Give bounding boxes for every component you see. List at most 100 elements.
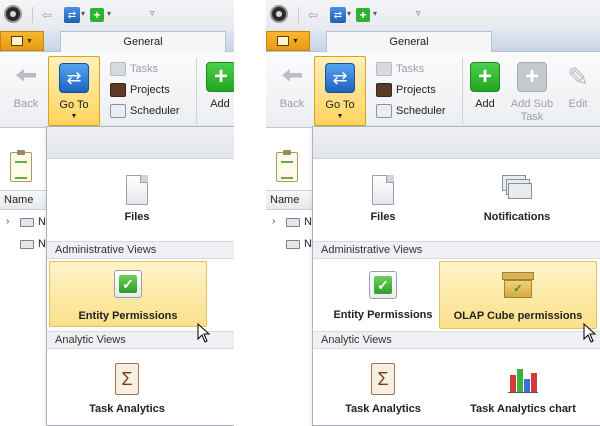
row-icon xyxy=(20,218,34,227)
gallery-item-task-analytics[interactable]: Σ Task Analytics xyxy=(313,359,453,419)
gallery-item-notifications[interactable]: Notifications xyxy=(447,171,587,231)
pencil-icon: ✎ xyxy=(567,62,589,92)
goto-label: Go To xyxy=(59,99,89,111)
calendar-icon xyxy=(376,103,392,118)
clipboard-icon[interactable] xyxy=(276,150,298,182)
row-name: N xyxy=(38,238,46,250)
edit-label: Edit xyxy=(568,98,588,110)
left-screenshot-panel: ⇦ ⇄ ▾ + ▾ ▿ ▼ General 🠨 Back ⇄ Go To ▼ T… xyxy=(0,0,234,426)
back-arrow-icon[interactable]: ⇦ xyxy=(40,6,54,24)
gallery-item-files[interactable]: Files xyxy=(313,171,453,231)
olap-cube-permissions-label: OLAP Cube permissions xyxy=(453,310,583,322)
back-label: Back xyxy=(279,98,305,110)
back-arrow-icon: 🠨 xyxy=(280,60,304,91)
file-icon xyxy=(372,175,394,205)
add-button[interactable]: + Add xyxy=(202,54,234,126)
files-label: Files xyxy=(124,211,150,223)
navigation-small-buttons: Tasks Projects Scheduler xyxy=(110,58,192,121)
add-icon: + xyxy=(470,62,500,92)
chevron-down-icon: ▼ xyxy=(70,113,78,120)
gallery-item-olap-cube-permissions[interactable]: ✓ OLAP Cube permissions xyxy=(439,261,597,329)
files-label: Files xyxy=(370,211,396,223)
section-administrative-views: Administrative Views xyxy=(313,241,600,259)
tab-general[interactable]: General xyxy=(326,31,492,53)
customize-toolbar-icon[interactable]: ▿ xyxy=(150,8,155,19)
goto-icon[interactable]: ⇄ xyxy=(64,7,80,23)
chevron-down-icon[interactable]: ▾ xyxy=(107,9,111,18)
notifications-label: Notifications xyxy=(483,211,551,223)
add-icon: + xyxy=(206,62,234,92)
scheduler-button[interactable]: Scheduler xyxy=(110,100,192,121)
add-label: Add xyxy=(475,98,495,110)
app-menu-icon xyxy=(277,36,290,46)
gallery-item-files[interactable]: Files xyxy=(67,171,207,231)
projects-button[interactable]: Projects xyxy=(376,79,458,100)
add-sub-task-icon: + xyxy=(517,62,547,92)
name-column-header[interactable]: Name xyxy=(270,194,299,206)
add-icon[interactable]: + xyxy=(90,8,104,22)
back-button[interactable]: 🠨 Back xyxy=(6,54,46,126)
gallery-item-task-analytics-chart[interactable]: Task Analytics chart xyxy=(453,363,593,423)
app-menu-icon xyxy=(11,36,24,46)
row-name: N xyxy=(38,216,46,228)
tasks-icon xyxy=(110,61,126,76)
row-icon xyxy=(286,240,300,249)
goto-label: Go To xyxy=(325,99,355,111)
gallery-top-band xyxy=(313,127,600,159)
scheduler-button[interactable]: Scheduler xyxy=(376,100,458,121)
chevron-down-icon: ▼ xyxy=(26,37,33,45)
row-name: N xyxy=(304,216,312,228)
sigma-icon: Σ xyxy=(371,363,395,395)
quick-access-toolbar: ⇦ ⇄ ▾ + ▾ ▿ xyxy=(0,0,234,30)
chevron-down-icon[interactable]: ▾ xyxy=(81,9,85,18)
add-sub-task-button[interactable]: + Add Sub Task xyxy=(506,54,558,126)
goto-dropdown-gallery: Files Notifications Administrative Views… xyxy=(312,126,600,426)
cube-box-icon: ✓ xyxy=(502,272,534,298)
section-administrative-views: Administrative Views xyxy=(47,241,234,259)
back-label: Back xyxy=(13,98,39,110)
goto-button[interactable]: ⇄ Go To ▼ xyxy=(48,56,100,126)
toolbar-separator xyxy=(298,7,299,23)
gallery-item-entity-permissions[interactable]: ✓ Entity Permissions xyxy=(49,261,207,327)
ribbon-separator xyxy=(462,58,463,124)
back-arrow-icon[interactable]: ⇦ xyxy=(306,6,320,24)
row-icon xyxy=(286,218,300,227)
application-menu-button[interactable]: ▼ xyxy=(266,31,310,51)
gallery-top-band xyxy=(47,127,234,159)
ribbon: 🠨 Back ⇄ Go To ▼ Tasks Projects Schedule… xyxy=(0,52,234,128)
calendar-icon xyxy=(110,103,126,118)
chevron-down-icon: ▼ xyxy=(292,37,299,45)
back-button[interactable]: 🠨 Back xyxy=(272,54,312,126)
task-analytics-label: Task Analytics xyxy=(345,403,421,415)
section-analytic-views: Analytic Views xyxy=(313,331,600,349)
goto-dropdown-gallery: Files Administrative Views ✓ Entity Perm… xyxy=(46,126,234,426)
add-icon[interactable]: + xyxy=(356,8,370,22)
row-icon xyxy=(20,240,34,249)
briefcase-icon xyxy=(376,82,392,97)
app-logo-icon xyxy=(4,5,22,23)
gallery-item-task-analytics[interactable]: Σ Task Analytics xyxy=(57,359,197,419)
edit-button[interactable]: ✎ Edit xyxy=(560,54,596,126)
goto-button[interactable]: ⇄ Go To ▼ xyxy=(314,56,366,126)
projects-button[interactable]: Projects xyxy=(110,79,192,100)
expand-icon[interactable]: › xyxy=(6,216,9,227)
clipboard-icon[interactable] xyxy=(10,150,32,182)
customize-toolbar-icon[interactable]: ▿ xyxy=(416,8,421,19)
add-label: Add xyxy=(210,98,230,110)
tasks-button[interactable]: Tasks xyxy=(376,58,458,79)
envelopes-icon xyxy=(502,175,532,201)
application-menu-button[interactable]: ▼ xyxy=(0,31,44,51)
name-column-header[interactable]: Name xyxy=(4,194,33,206)
chevron-down-icon[interactable]: ▾ xyxy=(373,9,377,18)
bar-chart-icon xyxy=(508,367,538,393)
gallery-item-entity-permissions[interactable]: ✓ Entity Permissions xyxy=(313,267,453,327)
toolbar-separator xyxy=(32,7,33,23)
chevron-down-icon[interactable]: ▾ xyxy=(347,9,351,18)
tasks-label: Tasks xyxy=(130,62,159,75)
add-button[interactable]: + Add xyxy=(466,54,504,126)
entity-permissions-label: Entity Permissions xyxy=(333,309,433,321)
tasks-button[interactable]: Tasks xyxy=(110,58,192,79)
tab-general[interactable]: General xyxy=(60,31,226,53)
goto-icon[interactable]: ⇄ xyxy=(330,7,346,23)
expand-icon[interactable]: › xyxy=(272,216,275,227)
